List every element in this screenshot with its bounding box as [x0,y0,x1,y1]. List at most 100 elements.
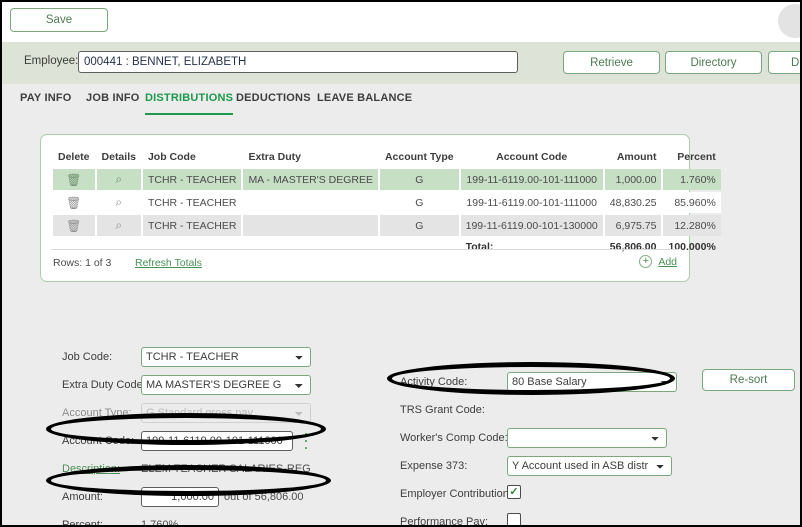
th-details: Details [101,151,136,163]
cell-extra-duty: MA - MASTER'S DEGREE [243,169,378,190]
cell-percent: 85.960% [663,192,721,213]
cell-job-code: TCHR - TEACHER [142,192,242,213]
tab-job-info[interactable]: JOB INFO [86,92,140,116]
extra-duty-code-select[interactable]: MA MASTER'S DEGREE G [141,375,311,395]
table-row[interactable]: 🗑 ⌕ TCHR - TEACHER G 199-11-6119.00-101-… [53,215,721,236]
detail-form-left: Job Code: TCHR - TEACHER Extra Duty Code… [62,346,392,527]
percent-label: Percent: [62,519,103,527]
field-account-type: Account Type: G Standard gross pay [62,402,392,430]
job-code-label: Job Code: [62,351,113,363]
distributions-grid-card: Delete Details Job Code Extra Duty Accou… [40,134,721,282]
employee-input[interactable]: 000441 : BENNET, ELIZABETH [78,51,518,73]
th-amount: Amount [616,151,657,163]
user-avatar-icon[interactable] [778,4,800,38]
job-code-select[interactable]: TCHR - TEACHER [141,347,311,367]
cell-job-code: TCHR - TEACHER [142,215,242,236]
magnifier-icon[interactable]: ⌕ [115,172,122,186]
trs-grant-code-label: TRS Grant Code: [400,404,485,416]
cell-amount: 48,830.25 [604,192,662,213]
trash-icon[interactable]: 🗑 [66,219,81,233]
field-trs-grant-code: TRS Grant Code: [400,399,700,427]
save-button[interactable]: Save [10,8,108,32]
cell-account-type: G [379,169,459,190]
field-expense-373: Expense 373: Y Account used in ASB distr [400,455,700,483]
table-header-row: Delete Details Job Code Extra Duty Accou… [53,147,721,167]
performance-pay-checkbox[interactable] [507,513,521,525]
refresh-totals-link[interactable]: Refresh Totals [135,257,202,269]
field-amount: Amount: out of 56,806.00 [62,486,392,514]
magnifier-icon[interactable]: ⌕ [115,218,122,232]
th-extra-duty: Extra Duty [248,151,301,163]
magnifier-icon[interactable]: ⌕ [115,195,122,209]
th-delete: Delete [58,151,90,163]
tab-strip: PAY INFO JOB INFO DISTRIBUTIONS DEDUCTIO… [2,84,800,116]
distributions-table: Delete Details Job Code Extra Duty Accou… [51,145,723,258]
account-type-label: Account Type: [62,407,132,419]
extra-duty-code-label: Extra Duty Code: [62,379,146,391]
th-percent: Percent [677,151,716,163]
tab-leave-balance[interactable]: LEAVE BALANCE [317,92,412,116]
cell-amount: 1,000.00 [604,169,662,190]
retrieve-button[interactable]: Retrieve [563,51,660,74]
cell-account-type: G [379,192,459,213]
cell-extra-duty [243,215,378,236]
page-body: Delete Details Job Code Extra Duty Accou… [2,116,800,525]
th-account-type: Account Type [384,151,454,163]
re-sort-button[interactable]: Re-sort [702,369,795,391]
application-window: Save Employee: 000441 : BENNET, ELIZABET… [0,0,802,527]
field-job-code: Job Code: TCHR - TEACHER [62,346,392,374]
tab-pay-info[interactable]: PAY INFO [20,92,72,116]
field-workers-comp-code: Worker's Comp Code: [400,427,700,455]
field-account-code: Account Code: [62,430,392,458]
amount-label: Amount: [62,491,103,503]
account-type-select: G Standard gross pay [141,403,311,423]
performance-pay-label: Performance Pay: [400,516,489,527]
amount-input[interactable] [141,487,219,507]
field-description: Description: ELEM TEACHER SALARIES-REG [62,458,392,486]
employer-contribution-checkbox[interactable]: ✓ [507,485,521,499]
plus-circle-icon: + [639,255,653,268]
percent-value: 1.760% [141,519,179,527]
field-activity-code: Activity Code: 80 Base Salary [400,371,700,399]
cell-amount: 6,975.75 [604,215,662,236]
field-performance-pay: Performance Pay: [400,511,700,527]
delete-button[interactable]: D [768,51,800,74]
cell-job-code: TCHR - TEACHER [142,169,242,190]
th-account-code: Account Code [496,151,568,163]
workers-comp-code-label: Worker's Comp Code: [400,432,508,444]
th-job-code: Job Code [147,151,196,163]
cell-percent: 1.760% [663,169,721,190]
cell-percent: 12.280% [663,215,721,236]
table-row[interactable]: 🗑 ⌕ TCHR - TEACHER MA - MASTER'S DEGREE … [53,169,721,190]
table-row[interactable]: 🗑 ⌕ TCHR - TEACHER G 199-11-6119.00-101-… [53,192,721,213]
top-toolbar: Save [2,2,800,42]
account-code-input[interactable] [141,431,293,451]
description-value: ELEM TEACHER SALARIES-REG [141,463,311,475]
tab-distributions[interactable]: DISTRIBUTIONS [145,92,234,116]
tab-deductions[interactable]: DEDUCTIONS [236,92,311,116]
employer-contribution-label: Employer Contribution: [400,488,512,500]
description-link[interactable]: Description: [62,463,120,475]
trash-icon[interactable]: 🗑 [66,196,81,210]
directory-button[interactable]: Directory [665,51,762,74]
amount-out-of-text: out of 56,806.00 [224,491,304,503]
add-link: Add [658,255,677,268]
account-code-more-options-icon[interactable] [301,433,311,449]
grid-footer: Rows: 1 of 3 Refresh Totals + Add [51,249,679,273]
trash-icon[interactable]: 🗑 [66,173,81,187]
cell-account-code: 199-11-6119.00-101-111000 [460,169,603,190]
cell-account-type: G [379,215,459,236]
rows-status: Rows: 1 of 3 [53,257,112,269]
field-percent: Percent: 1.760% [62,514,392,527]
employee-label: Employee: [24,55,79,67]
account-code-label: Account Code: [62,435,135,447]
add-row-control[interactable]: + Add [639,255,677,268]
cell-account-code: 199-11-6119.00-101-130000 [460,215,603,236]
activity-code-label: Activity Code: [400,376,468,388]
activity-code-select[interactable]: 80 Base Salary [507,372,677,392]
employee-band: Employee: 000441 : BENNET, ELIZABETH Ret… [2,42,800,84]
workers-comp-code-select[interactable] [507,428,667,448]
field-extra-duty-code: Extra Duty Code: MA MASTER'S DEGREE G [62,374,392,402]
expense-373-select[interactable]: Y Account used in ASB distr [507,456,672,476]
cell-extra-duty [243,192,378,213]
